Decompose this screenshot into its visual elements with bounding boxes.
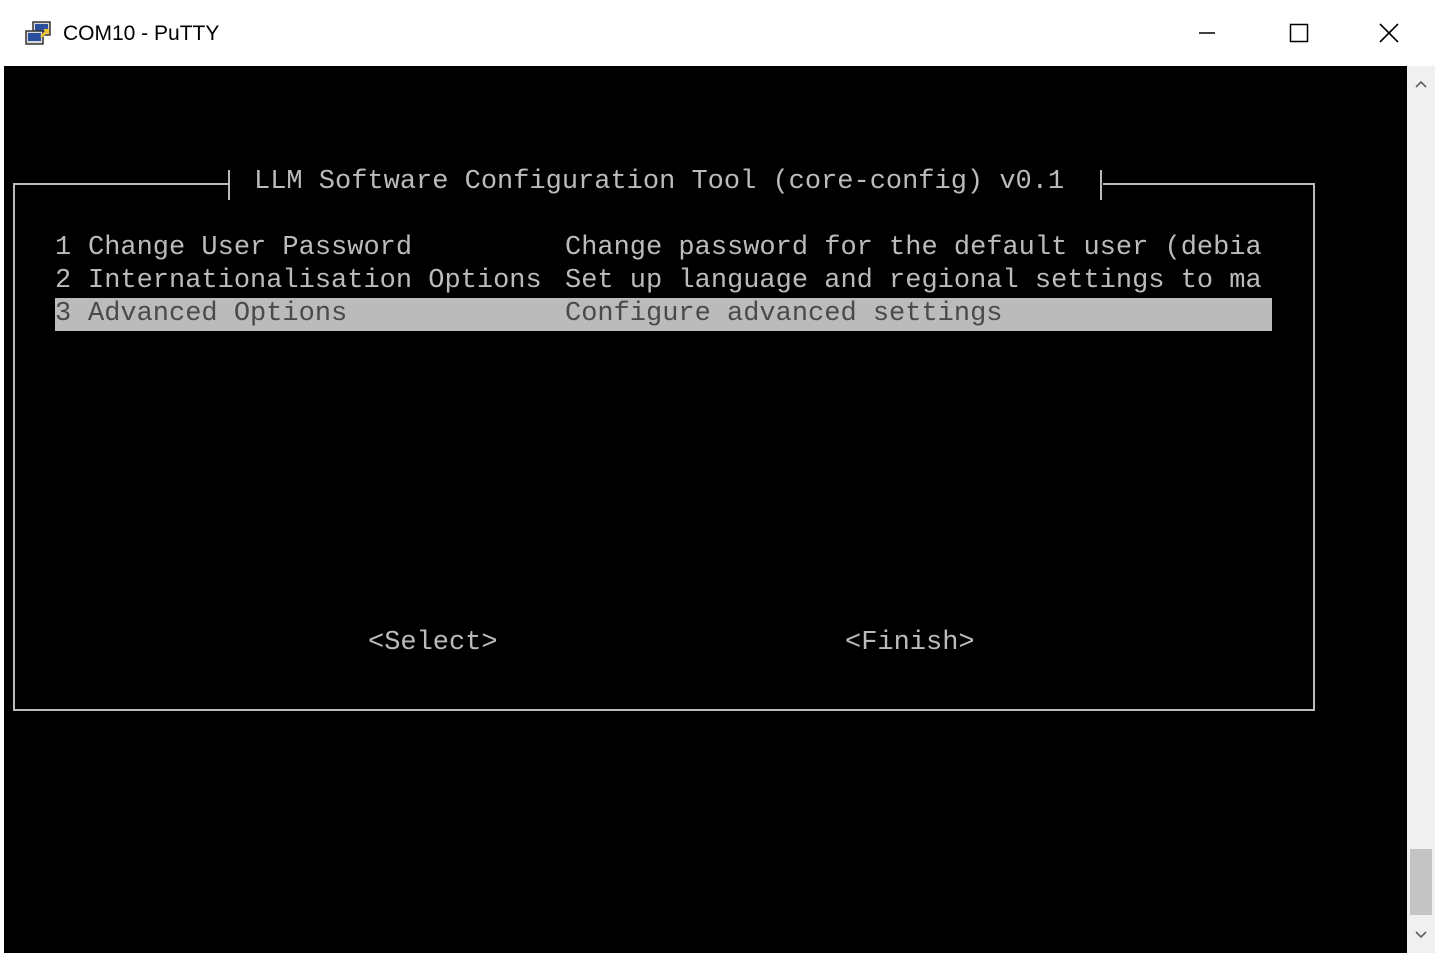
menu-item-internationalisation-options[interactable]: 2 Internationalisation Options Set up la… (55, 265, 1272, 298)
maximize-icon (1289, 23, 1309, 43)
menu-item-number: 3 (55, 299, 72, 329)
scroll-up-button[interactable] (1407, 66, 1435, 102)
chevron-down-icon (1415, 931, 1427, 939)
menu-item-description: Configure advanced settings (565, 299, 1003, 329)
dialog-title-right-bracket (1100, 170, 1102, 200)
menu-item-number: 2 (55, 266, 72, 296)
select-button[interactable]: <Select> (368, 627, 498, 660)
close-button[interactable] (1343, 0, 1435, 66)
scroll-down-button[interactable] (1407, 917, 1435, 953)
scroll-thumb[interactable] (1410, 849, 1432, 915)
title-bar[interactable]: COM10 - PuTTY (0, 0, 1435, 66)
minimize-icon (1199, 32, 1215, 34)
dialog-title: LLM Software Configuration Tool (core-co… (254, 167, 1065, 197)
minimize-button[interactable] (1161, 0, 1253, 66)
putty-window: COM10 - PuTTY LLM Software Configuration… (0, 0, 1435, 953)
menu-item-label: Advanced Options (88, 299, 348, 329)
putty-computers-icon[interactable] (24, 21, 52, 47)
maximize-button[interactable] (1253, 0, 1345, 66)
menu-item-description: Change password for the default user (de… (565, 233, 1262, 263)
menu-item-number: 1 (55, 233, 72, 263)
vertical-scrollbar[interactable] (1407, 66, 1435, 953)
dialog-title-left-bracket (228, 170, 230, 200)
menu-item-advanced-options[interactable]: 3 Advanced Options Configure advanced se… (55, 298, 1272, 331)
menu-item-label: Internationalisation Options (88, 266, 542, 296)
terminal-screen[interactable]: LLM Software Configuration Tool (core-co… (4, 66, 1407, 953)
finish-button[interactable]: <Finish> (845, 627, 975, 660)
menu-item-label: Change User Password (88, 233, 413, 263)
menu-item-change-user-password[interactable]: 1 Change User Password Change password f… (55, 232, 1272, 265)
menu-item-description: Set up language and regional settings to… (565, 266, 1262, 296)
close-icon (1379, 23, 1399, 43)
chevron-up-icon (1415, 80, 1427, 88)
window-title: COM10 - PuTTY (63, 22, 220, 45)
